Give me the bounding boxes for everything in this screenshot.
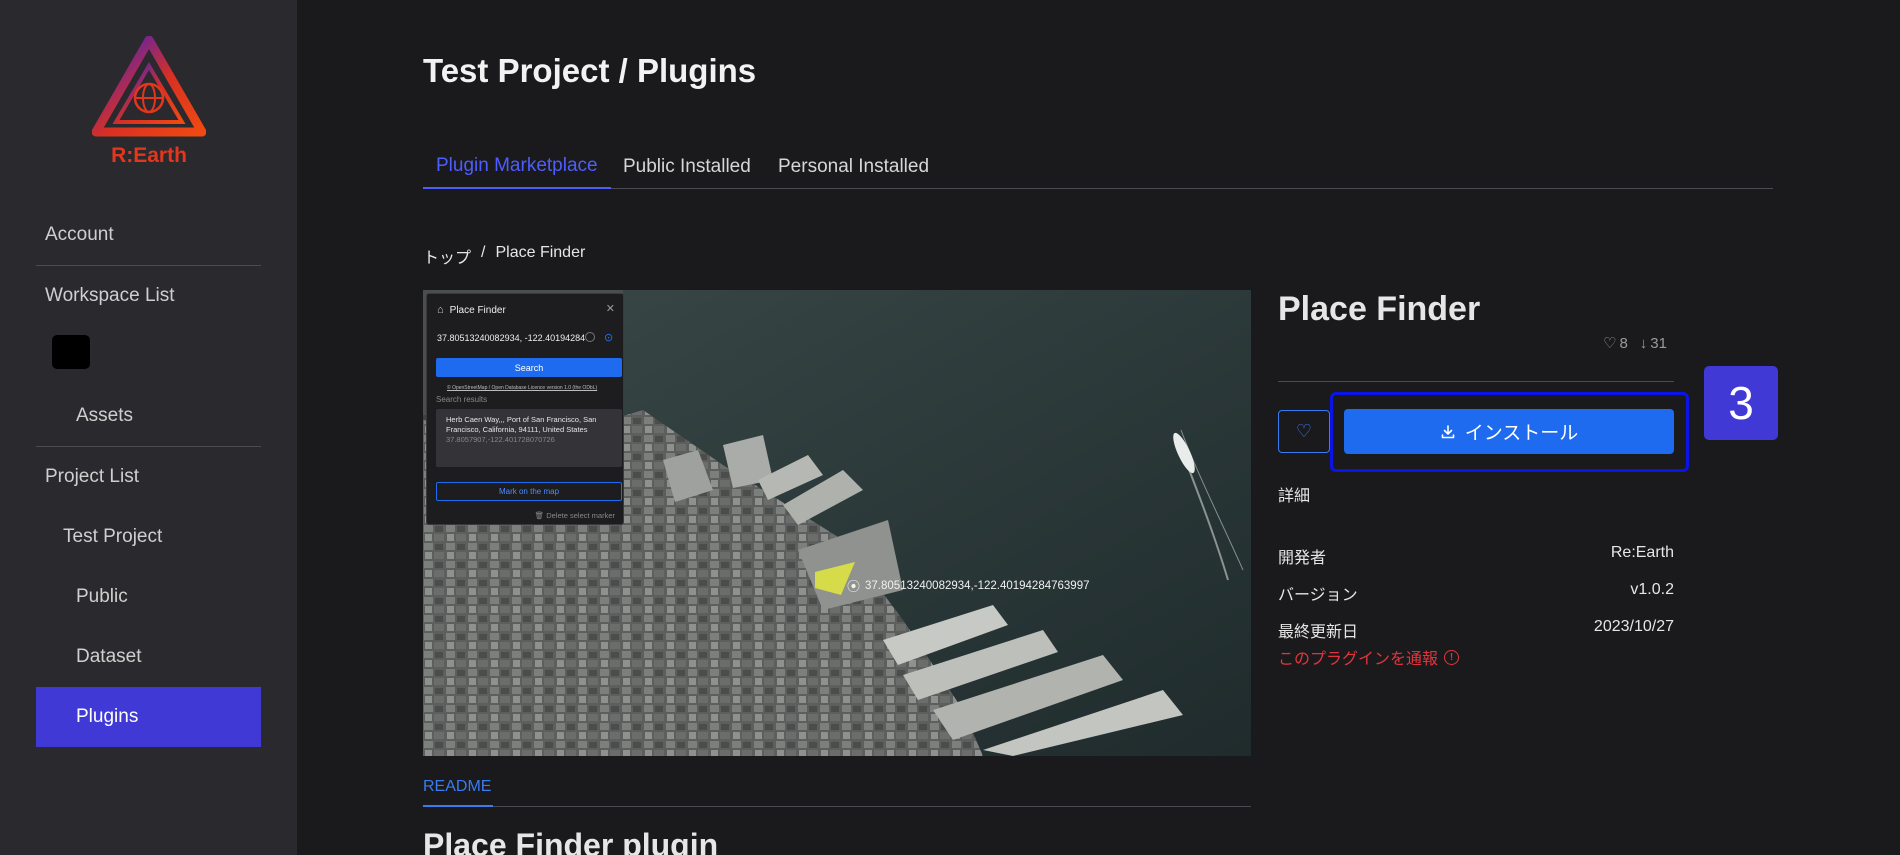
preview-result: Herb Caen Way,,, Port of San Francisco, …: [436, 409, 622, 467]
heart-icon: ♡: [1295, 421, 1313, 441]
breadcrumb: トップ / Place Finder: [423, 244, 585, 268]
map-pin-icon: ⦿: [847, 579, 861, 594]
sidebar-item-plugins[interactable]: Plugins: [36, 687, 261, 747]
developer-key: 開発者: [1278, 550, 1327, 567]
install-label: インストール: [1464, 423, 1579, 444]
report-plugin-link[interactable]: このプラグインを通報 !: [1278, 645, 1460, 669]
preview-search-button: Search: [436, 358, 622, 377]
like-button[interactable]: ♡: [1278, 410, 1330, 453]
developer-row: 開発者 Re:Earth: [1278, 544, 1674, 568]
breadcrumb-current: Place Finder: [495, 244, 586, 261]
logo-triangle-icon: [91, 35, 207, 137]
location-pin-icon: ⊙: [604, 332, 614, 344]
readme-tabbar: README: [423, 769, 1251, 807]
close-icon: ✕: [605, 303, 615, 315]
downloads-value: 31: [1650, 334, 1667, 352]
updated-value: 2023/10/27: [1593, 618, 1674, 635]
sidebar-item-workspace-list[interactable]: Workspace List: [36, 266, 261, 326]
preview-coords: 37.80513240082934, -122.40194284: [437, 333, 586, 343]
tab-personal-installed[interactable]: Personal Installed: [778, 145, 929, 189]
heart-icon: ♡: [1603, 335, 1617, 352]
likes-count: ♡ 8: [1603, 334, 1628, 353]
preview-card-header: ⌂ Place Finder: [437, 304, 506, 316]
page-title: Test Project / Plugins: [423, 52, 757, 89]
preview-delete-label: Delete select marker: [546, 511, 615, 520]
sidebar-item-project-list[interactable]: Project List: [36, 447, 261, 507]
breadcrumb-root[interactable]: トップ: [423, 244, 471, 268]
tab-readme[interactable]: README: [423, 769, 494, 807]
version-value: v1.0.2: [1630, 581, 1674, 598]
preview-results-label: Search results: [436, 395, 488, 404]
download-arrow-icon: ↓: [1639, 334, 1648, 352]
report-label: このプラグインを通報: [1278, 651, 1439, 668]
sidebar: R:Earth Account Workspace List Assets Pr…: [0, 0, 297, 855]
details-label: 詳細: [1278, 488, 1311, 505]
sidebar-item-test-project[interactable]: Test Project: [36, 507, 261, 567]
install-button[interactable]: インストール: [1344, 409, 1674, 454]
main-content: Test Project / Plugins Plugin Marketplac…: [297, 0, 1900, 855]
likes-value: 8: [1619, 334, 1628, 352]
updated-key: 最終更新日: [1278, 624, 1359, 641]
preview-result-coords: 37.8057907,-122.401728070726: [446, 435, 555, 444]
tab-public-installed[interactable]: Public Installed: [623, 145, 751, 189]
map-coord-text: 37.80513240082934,-122.40194284763997: [865, 579, 1090, 592]
place-finder-preview-card: ⌂ Place Finder ✕ 37.80513240082934, -122…: [426, 293, 624, 525]
reearth-logo[interactable]: R:Earth: [91, 35, 207, 167]
step-badge: 3: [1704, 366, 1778, 440]
readme-title: Place Finder plugin: [423, 827, 719, 855]
sidebar-item-assets[interactable]: Assets: [36, 386, 261, 446]
alert-icon: !: [1444, 649, 1460, 665]
home-icon: ⌂: [437, 304, 444, 316]
plugin-stats: ♡ 8 ↓ 31: [1603, 334, 1667, 353]
workspace-avatar[interactable]: [52, 335, 90, 369]
sidebar-item-public[interactable]: Public: [36, 567, 261, 627]
preview-mark-button: Mark on the map: [436, 482, 622, 501]
preview-delete-marker: 🗑 Delete select marker: [535, 511, 615, 520]
sidebar-item-dataset[interactable]: Dataset: [36, 627, 261, 687]
plugin-tabs: Plugin Marketplace Public Installed Pers…: [423, 145, 1773, 189]
version-row: バージョン v1.0.2: [1278, 581, 1674, 605]
downloads-count: ↓ 31: [1640, 335, 1667, 352]
sidebar-item-account[interactable]: Account: [36, 205, 261, 265]
preview-license: © OpenStreetMap / Open Database Licence …: [447, 385, 598, 391]
breadcrumb-separator: /: [481, 244, 486, 261]
logo-wordmark: R:Earth: [111, 144, 187, 167]
version-key: バージョン: [1278, 587, 1358, 604]
trash-icon: 🗑: [534, 511, 545, 520]
map-coord-label: ⦿ 37.80513240082934,-122.40194284763997: [847, 576, 1090, 595]
developer-value: Re:Earth: [1610, 544, 1674, 561]
updated-row: 最終更新日 2023/10/27: [1278, 618, 1674, 642]
plugin-name: Place Finder: [1278, 290, 1481, 328]
preview-card-title: Place Finder: [449, 304, 506, 316]
divider: [1278, 381, 1674, 382]
plugin-preview-image: ⌂ Place Finder ✕ 37.80513240082934, -122…: [423, 290, 1251, 756]
tab-plugin-marketplace[interactable]: Plugin Marketplace: [423, 145, 611, 189]
help-icon: [585, 332, 595, 342]
download-icon: [1441, 424, 1454, 438]
preview-result-address: Herb Caen Way,,, Port of San Francisco, …: [446, 415, 597, 434]
